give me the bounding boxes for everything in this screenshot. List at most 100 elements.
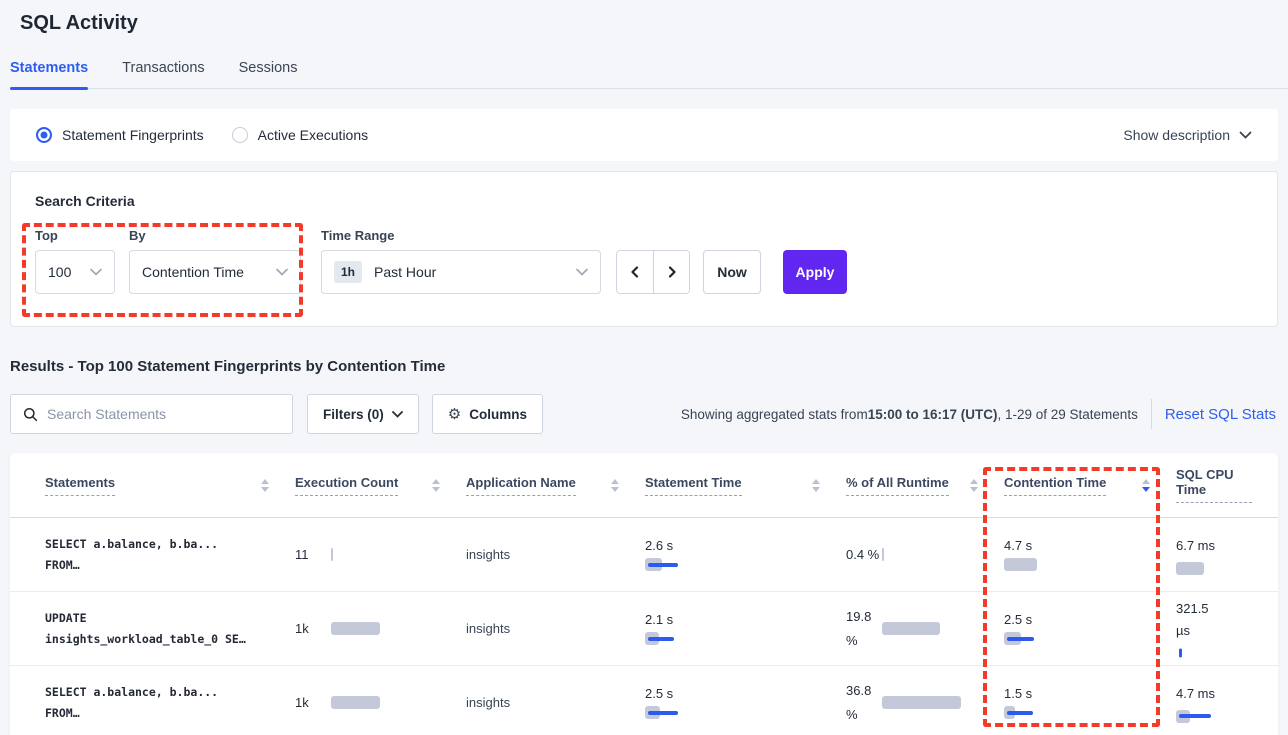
- statement-time-cell: 2.5 s: [645, 686, 846, 719]
- statement-time-cell: 2.6 s: [645, 538, 846, 571]
- application-name-cell: insights: [466, 547, 645, 562]
- time-range-badge: 1h: [334, 261, 362, 283]
- column-label[interactable]: Contention Time: [1004, 475, 1106, 496]
- chevron-down-icon: [392, 411, 403, 418]
- statement-fingerprint-link[interactable]: SELECT a.balance, b.ba... FROM…: [45, 682, 295, 724]
- sql-cpu-time-cell: 4.7 ms: [1176, 683, 1278, 723]
- column-label[interactable]: Statement Time: [645, 475, 742, 496]
- columns-button[interactable]: ⚙ Columns: [432, 394, 543, 434]
- chevron-down-icon: [576, 268, 588, 276]
- show-description-label: Show description: [1123, 127, 1230, 143]
- column-header-runtime-pct: % of All Runtime: [846, 475, 1004, 496]
- table-header-row: Statements Execution Count Application N…: [10, 453, 1278, 518]
- apply-button[interactable]: Apply: [783, 250, 847, 294]
- application-name-cell: insights: [466, 695, 645, 710]
- statement-time-bar: [645, 706, 846, 719]
- stats-prefix: Showing aggregated stats from: [681, 407, 868, 422]
- column-label[interactable]: SQL CPU Time: [1176, 467, 1252, 503]
- statement-line: SELECT a.balance, b.ba...: [45, 682, 295, 703]
- radio-unselected-icon[interactable]: [232, 127, 248, 143]
- radio-statement-fingerprints[interactable]: Statement Fingerprints: [36, 127, 204, 143]
- search-statements-box[interactable]: [10, 394, 293, 434]
- statement-line: UPDATE: [45, 608, 295, 629]
- filters-button[interactable]: Filters (0): [307, 394, 419, 434]
- reset-sql-stats-link[interactable]: Reset SQL Stats: [1165, 406, 1278, 423]
- columns-label: Columns: [469, 407, 527, 422]
- search-statements-input[interactable]: [47, 406, 280, 422]
- next-time-range-button[interactable]: [653, 251, 689, 293]
- column-label[interactable]: Statements: [45, 475, 115, 496]
- chevron-left-icon: [628, 265, 642, 279]
- time-range-label: Time Range: [321, 228, 616, 243]
- top-select-value: 100: [48, 264, 71, 280]
- top-field: Top 100: [35, 228, 129, 294]
- statement-time-bar: [645, 558, 846, 571]
- results-heading: Results - Top 100 Statement Fingerprints…: [10, 358, 1278, 375]
- sort-toggle-icon[interactable]: [812, 479, 820, 492]
- show-description-toggle[interactable]: Show description: [1123, 127, 1252, 143]
- statement-line: FROM…: [45, 555, 295, 576]
- statement-line: insights_workload_table_0 SE…: [45, 629, 295, 650]
- time-range-step-group: [616, 250, 690, 294]
- time-range-select[interactable]: 1h Past Hour: [321, 250, 601, 294]
- sql-cpu-time-bar: [1176, 647, 1278, 660]
- statement-fingerprint-link[interactable]: SELECT a.balance, b.ba... FROM…: [45, 534, 295, 576]
- previous-time-range-button[interactable]: [617, 251, 653, 293]
- runtime-pct-cell: 0.4 %: [846, 543, 1004, 567]
- execution-count-bar: [331, 548, 333, 561]
- contention-time-cell: 4.7 s: [1004, 538, 1176, 571]
- table-row[interactable]: SELECT a.balance, b.ba... FROM… 11 insig…: [10, 518, 1278, 592]
- execution-count-cell: 1k: [295, 695, 466, 710]
- sql-cpu-time-bar: [1176, 562, 1278, 575]
- chevron-down-icon: [90, 268, 102, 276]
- column-label[interactable]: Execution Count: [295, 475, 398, 496]
- column-label[interactable]: Application Name: [466, 475, 576, 496]
- column-label[interactable]: % of All Runtime: [846, 475, 949, 496]
- sort-toggle-icon[interactable]: [1142, 479, 1150, 492]
- by-select[interactable]: Contention Time: [129, 250, 301, 294]
- runtime-pct-cell: 19.8 %: [846, 605, 1004, 653]
- column-header-statements: Statements: [45, 475, 295, 496]
- time-range-value: Past Hour: [374, 264, 436, 280]
- stats-time-range: 15:00 to 16:17 (UTC): [868, 407, 998, 422]
- now-button[interactable]: Now: [703, 250, 761, 294]
- page-title: SQL Activity: [0, 0, 1288, 35]
- toolbar-divider: [1151, 399, 1152, 429]
- sort-toggle-icon[interactable]: [261, 479, 269, 492]
- contention-time-cell: 1.5 s: [1004, 686, 1176, 719]
- sort-toggle-icon[interactable]: [970, 479, 978, 492]
- tab-transactions[interactable]: Transactions: [122, 60, 204, 88]
- sql-activity-page: SQL Activity Statements Transactions Ses…: [0, 0, 1288, 735]
- execution-count-cell: 11: [295, 547, 466, 562]
- execution-count-bar: [331, 696, 380, 709]
- sort-toggle-icon[interactable]: [432, 479, 440, 492]
- runtime-pct-bar: [882, 622, 940, 635]
- contention-time-bar: [1004, 558, 1176, 571]
- gear-icon: ⚙: [448, 407, 461, 422]
- tab-sessions[interactable]: Sessions: [239, 60, 298, 88]
- filters-label: Filters (0): [323, 407, 384, 422]
- view-toggle-bar: Statement Fingerprints Active Executions…: [10, 109, 1278, 161]
- statement-fingerprint-link[interactable]: UPDATE insights_workload_table_0 SE…: [45, 608, 295, 650]
- top-select[interactable]: 100: [35, 250, 115, 294]
- contention-time-cell: 2.5 s: [1004, 612, 1176, 645]
- table-row[interactable]: UPDATE insights_workload_table_0 SE… 1k …: [10, 592, 1278, 666]
- contention-time-bar: [1004, 706, 1176, 719]
- sort-toggle-icon[interactable]: [611, 479, 619, 492]
- search-icon: [23, 407, 38, 422]
- column-header-application-name: Application Name: [466, 475, 645, 496]
- statement-line: FROM…: [45, 703, 295, 724]
- sql-cpu-time-cell: 321.5 µs: [1176, 598, 1278, 660]
- statements-table: Statements Execution Count Application N…: [10, 453, 1278, 735]
- top-label: Top: [35, 228, 129, 243]
- by-field: By Contention Time: [129, 228, 321, 294]
- statement-time-bar: [645, 632, 846, 645]
- aggregated-stats-text: Showing aggregated stats from 15:00 to 1…: [681, 407, 1138, 422]
- tab-statements[interactable]: Statements: [10, 60, 88, 88]
- table-row[interactable]: SELECT a.balance, b.ba... FROM… 1k insig…: [10, 666, 1278, 735]
- search-criteria-heading: Search Criteria: [35, 193, 1253, 209]
- radio-active-executions[interactable]: Active Executions: [232, 127, 369, 143]
- radio-selected-icon[interactable]: [36, 127, 52, 143]
- column-header-execution-count: Execution Count: [295, 475, 466, 496]
- results-toolbar: Filters (0) ⚙ Columns Showing aggregated…: [10, 394, 1278, 434]
